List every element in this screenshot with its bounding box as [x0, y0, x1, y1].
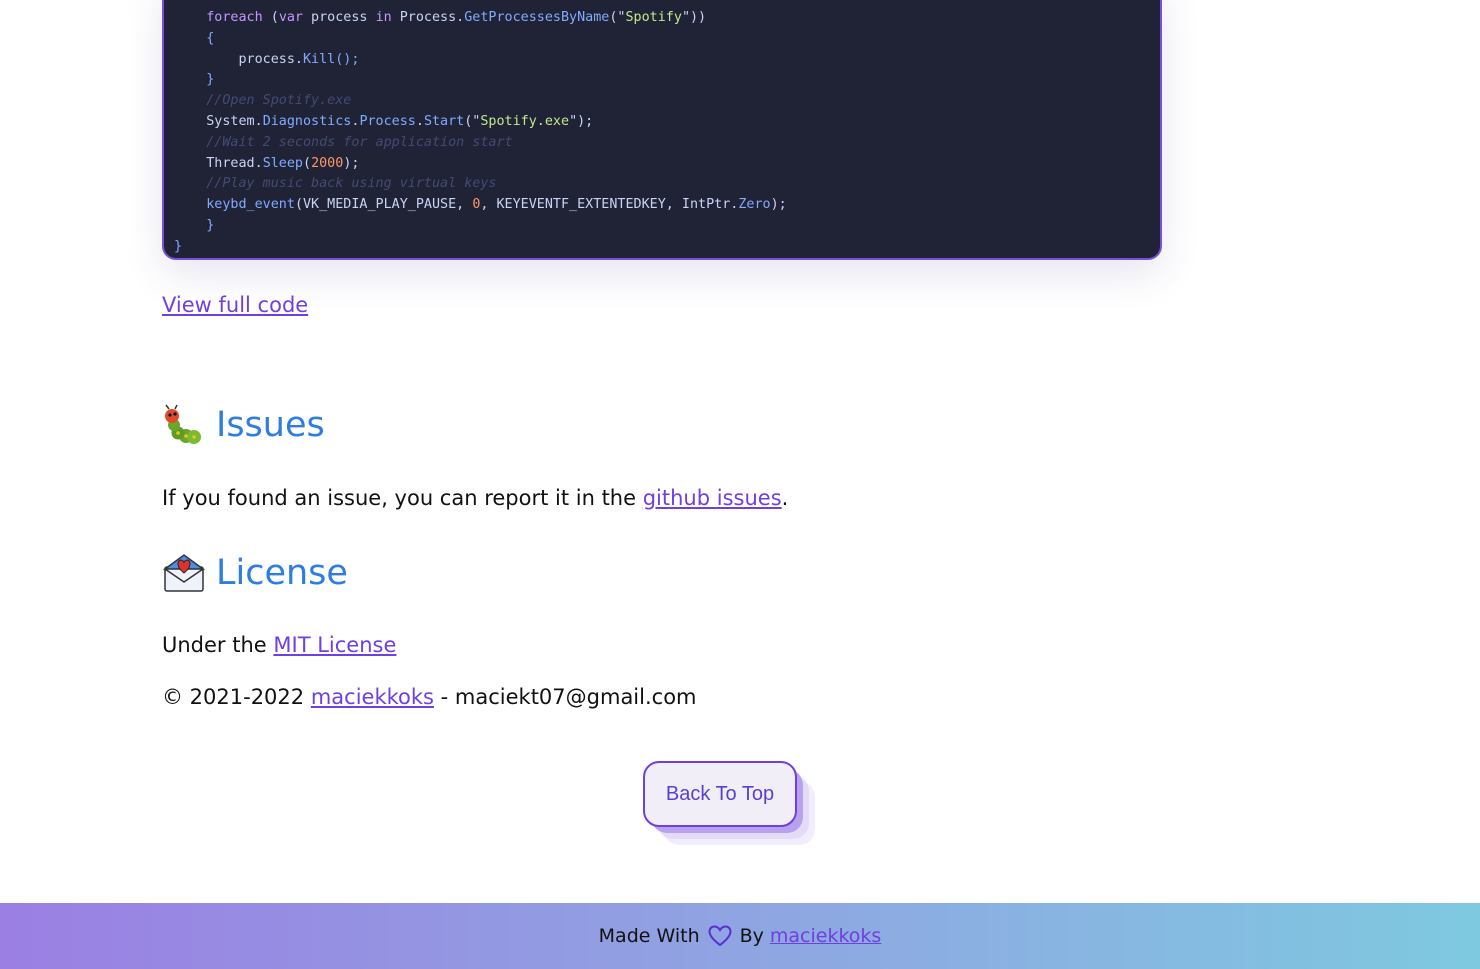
code-line: //Wait 2 seconds for application start	[174, 133, 787, 154]
code-token: foreach	[206, 10, 263, 25]
envelope-heart-icon	[162, 551, 206, 595]
footer-author-link[interactable]: maciekkoks	[770, 925, 881, 947]
code-token: process.	[174, 51, 303, 67]
code-token: //Open Spotify.exe	[174, 93, 352, 109]
copyright-text: © 2021-2022 maciekkoks - maciekt07@gmail…	[162, 685, 697, 709]
code-token: , KEYEVENTF_EXTENTEDKEY, IntPtr.	[480, 197, 739, 213]
footer: Made With By maciekkoks	[0, 903, 1480, 969]
code-lines: foreach (var process in Process.GetProce…	[174, 8, 787, 258]
back-to-top-wrapper: Back To Top	[643, 761, 815, 845]
footer-made-with: Made With	[598, 925, 700, 947]
code-token: process	[303, 10, 376, 25]
code-token: System.	[174, 113, 263, 129]
copyright-text-before: © 2021-2022	[162, 685, 311, 709]
code-line: process.Kill();	[174, 50, 787, 71]
view-full-code-link[interactable]: View full code	[162, 293, 308, 317]
code-token: );	[343, 155, 360, 171]
issues-heading: Issues	[162, 403, 325, 447]
code-line: {	[174, 29, 787, 50]
code-token: );	[770, 197, 787, 213]
code-token: Process.	[391, 10, 465, 25]
code-token: in	[375, 10, 392, 25]
code-token: (	[303, 155, 312, 171]
github-issues-link[interactable]: github issues	[643, 486, 782, 510]
copyright-email: - maciekt07@gmail.com	[433, 685, 697, 709]
code-line: }	[174, 237, 787, 258]
code-token: var	[278, 10, 303, 25]
code-token: GetProcessesByName	[464, 10, 610, 25]
code-line: foreach (var process in Process.GetProce…	[174, 8, 787, 29]
code-token: ");	[569, 113, 594, 129]
license-heading: License	[162, 551, 348, 595]
license-text-before: Under the	[162, 633, 274, 657]
mit-license-link[interactable]: MIT License	[273, 633, 396, 657]
code-token: Zero	[738, 197, 771, 213]
code-token: ("	[464, 113, 481, 129]
issues-text-after: .	[781, 486, 789, 510]
footer-by: By	[739, 925, 764, 947]
code-token: }	[174, 72, 215, 88]
code-token: Process	[359, 113, 416, 129]
code-token: Diagnostics	[262, 113, 352, 129]
code-token: Start	[423, 113, 465, 129]
code-token: Spotify.exe	[480, 113, 570, 129]
code-line: Thread.Sleep(2000);	[174, 154, 787, 175]
code-token: {	[174, 30, 215, 46]
code-line: keybd_event(VK_MEDIA_PLAY_PAUSE, 0, KEYE…	[174, 195, 787, 216]
code-token: Thread.	[174, 155, 263, 171]
caterpillar-icon	[162, 403, 206, 447]
code-token: //Wait 2 seconds for application start	[174, 134, 513, 150]
code-token: (VK_MEDIA_PLAY_PAUSE,	[294, 197, 473, 213]
code-line: System.Diagnostics.Process.Start("Spotif…	[174, 112, 787, 133]
code-token: (	[262, 10, 279, 25]
code-token: .	[415, 113, 424, 129]
code-token: 2000	[311, 155, 344, 171]
code-token: ("	[609, 10, 626, 25]
license-title: License	[216, 553, 348, 593]
author-link[interactable]: maciekkoks	[311, 685, 434, 709]
code-token: }	[174, 217, 215, 233]
code-line: }	[174, 216, 787, 237]
code-token: ();	[335, 51, 360, 67]
code-line: //Open Spotify.exe	[174, 91, 787, 112]
license-text: Under the MIT License	[162, 633, 396, 657]
code-token: Kill	[303, 51, 336, 67]
issues-title: Issues	[216, 405, 325, 445]
code-line: //Play music back using virtual keys	[174, 174, 787, 195]
code-line: }	[174, 70, 787, 91]
heart-icon	[708, 925, 732, 947]
code-block: foreach (var process in Process.GetProce…	[162, 0, 1162, 260]
back-to-top-button[interactable]: Back To Top	[643, 761, 797, 827]
issues-text: If you found an issue, you can report it…	[162, 486, 788, 510]
code-token: //Play music back using virtual keys	[174, 176, 497, 192]
code-token: "))	[681, 10, 707, 25]
issues-text-before: If you found an issue, you can report it…	[162, 486, 643, 510]
code-token: }	[174, 238, 183, 254]
code-token: Sleep	[262, 155, 303, 171]
code-token: keybd_event	[206, 197, 295, 213]
code-token: Spotify	[625, 10, 682, 25]
